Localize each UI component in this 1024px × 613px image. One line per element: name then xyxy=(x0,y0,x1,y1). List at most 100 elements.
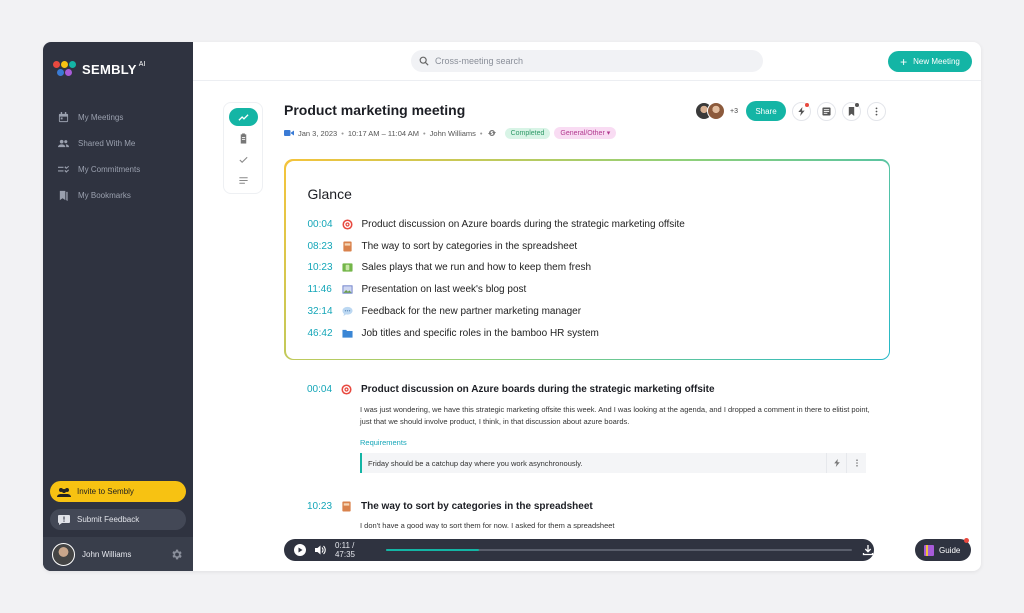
meeting-time: 10:17 AM – 11:04 AM xyxy=(347,128,420,138)
search-input[interactable] xyxy=(435,56,735,66)
glance-card: Glance 00:04 Product discussion on Azure… xyxy=(284,159,890,360)
volume-icon[interactable] xyxy=(314,544,326,556)
view-toolbar xyxy=(223,102,263,194)
group-icon xyxy=(57,487,71,497)
plus-icon: + xyxy=(900,54,908,69)
target-icon xyxy=(340,383,353,395)
requirement-note[interactable]: Friday should be a catchup day where you… xyxy=(360,453,866,473)
meeting-meta: Jan 3, 2023 • 10:17 AM – 11:04 AM • John… xyxy=(284,127,617,139)
tasks-view-button[interactable] xyxy=(229,150,258,168)
participant-avatar[interactable] xyxy=(707,102,725,120)
glance-item[interactable]: 08:23 The way to sort by categories in t… xyxy=(308,235,685,257)
glance-timestamp[interactable]: 32:14 xyxy=(308,306,341,317)
bookmark-icon xyxy=(848,106,855,116)
feedback-icon xyxy=(58,514,70,525)
glance-item[interactable]: 00:04 Product discussion on Azure boards… xyxy=(308,214,685,236)
search-box[interactable] xyxy=(411,50,763,72)
video-camera-icon xyxy=(284,130,294,136)
status-badge: Completed xyxy=(504,127,551,139)
speech-bubble-icon xyxy=(341,306,354,318)
participants-count[interactable]: +3 xyxy=(726,103,742,119)
share-button[interactable]: Share xyxy=(746,101,786,121)
transcript-view-button[interactable] xyxy=(229,171,258,189)
progress-track[interactable] xyxy=(385,549,853,551)
picture-icon xyxy=(341,284,354,296)
target-icon xyxy=(341,218,354,230)
sidebar-item-my-meetings[interactable]: My Meetings xyxy=(43,104,193,130)
notification-dot xyxy=(805,102,809,107)
top-bar: + New Meeting xyxy=(193,42,981,81)
sidebar-item-label: My Bookmarks xyxy=(78,190,131,200)
glance-item[interactable]: 46:42 Job titles and specific roles in t… xyxy=(308,322,685,344)
note-more-button[interactable] xyxy=(846,453,866,473)
play-button[interactable] xyxy=(294,544,306,556)
lightning-icon xyxy=(798,106,805,116)
lines-icon xyxy=(239,176,248,184)
clipboard-icon xyxy=(240,132,247,144)
glance-list: 00:04 Product discussion on Azure boards… xyxy=(308,214,685,345)
topic-summary: I was just wondering, we have this strat… xyxy=(360,405,870,426)
glance-timestamp[interactable]: 08:23 xyxy=(308,241,341,252)
new-meeting-button[interactable]: + New Meeting xyxy=(888,51,972,72)
user-profile[interactable]: John Williams xyxy=(43,537,193,571)
glance-item[interactable]: 32:14 Feedback for the new partner marke… xyxy=(308,301,685,323)
meeting-date: Jan 3, 2023 xyxy=(298,128,338,138)
play-icon xyxy=(298,547,303,553)
gear-icon[interactable] xyxy=(170,548,183,561)
glance-timestamp[interactable]: 46:42 xyxy=(308,328,341,339)
notes-view-button[interactable] xyxy=(229,129,258,147)
bookmark-dot xyxy=(855,102,859,107)
topic-title: Product discussion on Azure boards durin… xyxy=(361,383,715,395)
more-options-button[interactable] xyxy=(867,101,886,121)
app-window: SEMBLY AI My Meetings Shared With Me My … xyxy=(43,42,981,571)
bookmark-button[interactable] xyxy=(842,101,861,121)
sidebar-item-shared-with-me[interactable]: Shared With Me xyxy=(43,130,193,156)
lightning-icon xyxy=(833,459,840,467)
more-vertical-icon xyxy=(875,106,878,116)
glance-title: Glance xyxy=(307,185,352,202)
submit-feedback-button[interactable]: Submit Feedback xyxy=(50,509,186,530)
calendar-icon xyxy=(57,111,69,123)
trend-icon xyxy=(238,113,249,121)
glance-timestamp[interactable]: 00:04 xyxy=(308,219,341,230)
progress-fill xyxy=(385,549,479,551)
glance-text: Sales plays that we run and how to keep … xyxy=(361,262,592,274)
glance-text: Product discussion on Azure boards durin… xyxy=(361,218,685,230)
glance-timestamp[interactable]: 10:23 xyxy=(308,262,341,273)
notes-button[interactable] xyxy=(817,101,836,121)
glance-item[interactable]: 11:46 Presentation on last week's blog p… xyxy=(308,279,685,301)
book-icon xyxy=(924,544,934,556)
logo[interactable]: SEMBLY AI xyxy=(53,61,145,77)
invite-button[interactable]: Invite to Sembly xyxy=(50,481,186,502)
meeting-owner: John Williams xyxy=(429,128,476,138)
check-icon xyxy=(239,156,248,163)
topic-timestamp[interactable]: 10:23 xyxy=(307,501,340,512)
guide-button[interactable]: Guide xyxy=(915,538,971,561)
glance-text: Feedback for the new partner marketing m… xyxy=(361,306,582,318)
people-icon xyxy=(57,137,69,149)
topic-timestamp[interactable]: 00:04 xyxy=(307,384,340,395)
page-title: Product marketing meeting xyxy=(284,102,466,118)
bookmarks-icon xyxy=(57,189,69,201)
topic-summary: I don't have a good way to sort them for… xyxy=(360,521,615,529)
automations-button[interactable] xyxy=(792,101,811,121)
chevron-down-icon: ▾ xyxy=(606,130,611,137)
notebook-icon xyxy=(340,500,353,512)
sync-icon xyxy=(487,130,496,136)
download-icon[interactable] xyxy=(862,544,874,556)
sidebar-item-my-bookmarks[interactable]: My Bookmarks xyxy=(43,182,193,208)
topic-section: 00:04 Product discussion on Azure boards… xyxy=(307,381,870,473)
glance-timestamp[interactable]: 11:46 xyxy=(308,284,341,295)
note-automation-button[interactable] xyxy=(826,453,846,473)
invite-label: Invite to Sembly xyxy=(77,487,134,496)
avatar[interactable] xyxy=(52,542,75,566)
glance-item[interactable]: 10:23 Sales plays that we run and how to… xyxy=(308,257,685,279)
sidebar-item-my-commitments[interactable]: My Commitments xyxy=(43,156,193,182)
analytics-view-button[interactable] xyxy=(229,108,258,126)
sidebar-item-label: Shared With Me xyxy=(78,138,136,148)
glance-text: Job titles and specific roles in the bam… xyxy=(361,327,599,339)
folder-icon xyxy=(341,327,354,339)
category-dropdown[interactable]: General/Other ▾ xyxy=(554,127,617,139)
sidebar-item-label: My Commitments xyxy=(78,164,141,174)
note-icon xyxy=(822,106,831,116)
